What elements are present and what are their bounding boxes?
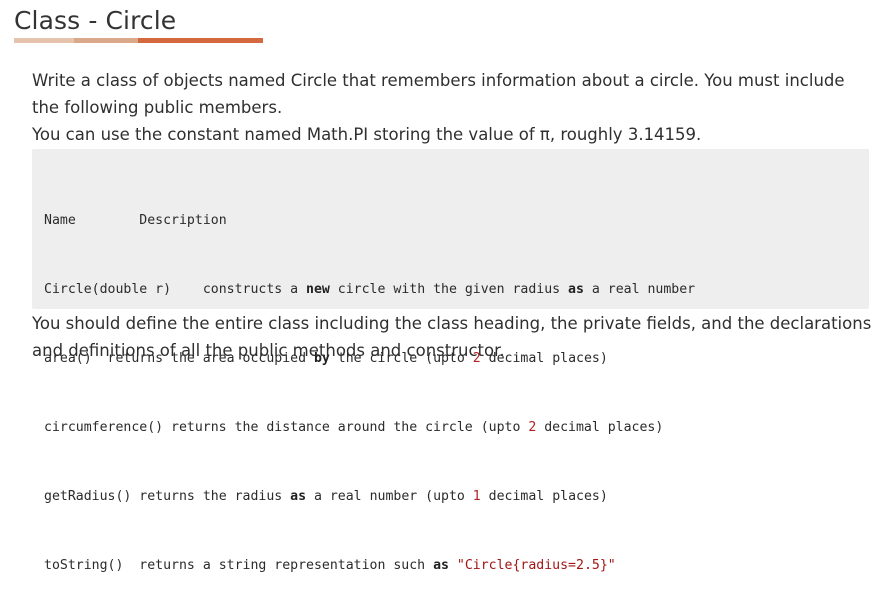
title-underline	[14, 38, 263, 43]
member-name: circumference()	[44, 420, 164, 435]
text-token: decimal places)	[536, 420, 664, 435]
text-token: returns the distance around the circle (…	[171, 420, 529, 435]
member-name: getRadius()	[44, 489, 132, 504]
text-token: circle with the given radius	[329, 282, 569, 297]
members-code-block: Name Description Circle(double r) constr…	[32, 149, 869, 573]
number-token: 1	[472, 489, 481, 504]
member-description: constructs a new circle with the given r…	[203, 282, 695, 297]
member-description: returns the radius as a real number (upt…	[139, 489, 607, 504]
member-name: toString()	[44, 558, 124, 573]
header-gap	[76, 213, 140, 228]
text-token: a real number (upto	[306, 489, 473, 504]
title-underline-segment	[14, 38, 74, 43]
keyword-token: as	[568, 282, 584, 297]
text-token: decimal places)	[480, 489, 608, 504]
keyword-token: as	[433, 558, 449, 573]
string-token: "Circle{radius=2.5}"	[456, 558, 616, 573]
intro-pi-note: You can use the constant named Math.PI s…	[32, 125, 702, 144]
text-token: returns the radius	[139, 489, 291, 504]
member-gap	[123, 558, 139, 573]
member-gap	[131, 489, 139, 504]
header-description: Description	[139, 213, 227, 228]
text-token: constructs a	[202, 282, 307, 297]
intro-paragraph: Write a class of objects named Circle th…	[32, 71, 845, 117]
member-name: Circle(double r)	[44, 282, 172, 297]
question-intro: Write a class of objects named Circle th…	[32, 67, 872, 148]
member-description: returns a string representation such as …	[139, 558, 615, 573]
member-row: getRadius() returns the radius as a real…	[44, 485, 857, 508]
member-row: Circle(double r) constructs a new circle…	[44, 278, 857, 301]
header-name: Name	[44, 213, 76, 228]
page-title: Class - Circle	[14, 6, 177, 35]
member-row: circumference() returns the distance aro…	[44, 416, 857, 439]
keyword-token: as	[290, 489, 307, 504]
title-underline-segment	[138, 38, 263, 43]
member-description: returns the distance around the circle (…	[171, 420, 663, 435]
text-token: returns a string representation such	[139, 558, 434, 573]
members-header-row: Name Description	[44, 209, 857, 232]
member-gap	[163, 420, 171, 435]
number-token: 2	[528, 420, 537, 435]
member-row: toString() returns a string representati…	[44, 554, 857, 577]
closing-paragraph: You should define the entire class inclu…	[32, 314, 872, 360]
title-underline-segment	[74, 38, 138, 43]
keyword-token: new	[306, 282, 330, 297]
member-gap	[171, 282, 203, 297]
text-token: a real number	[583, 282, 696, 297]
